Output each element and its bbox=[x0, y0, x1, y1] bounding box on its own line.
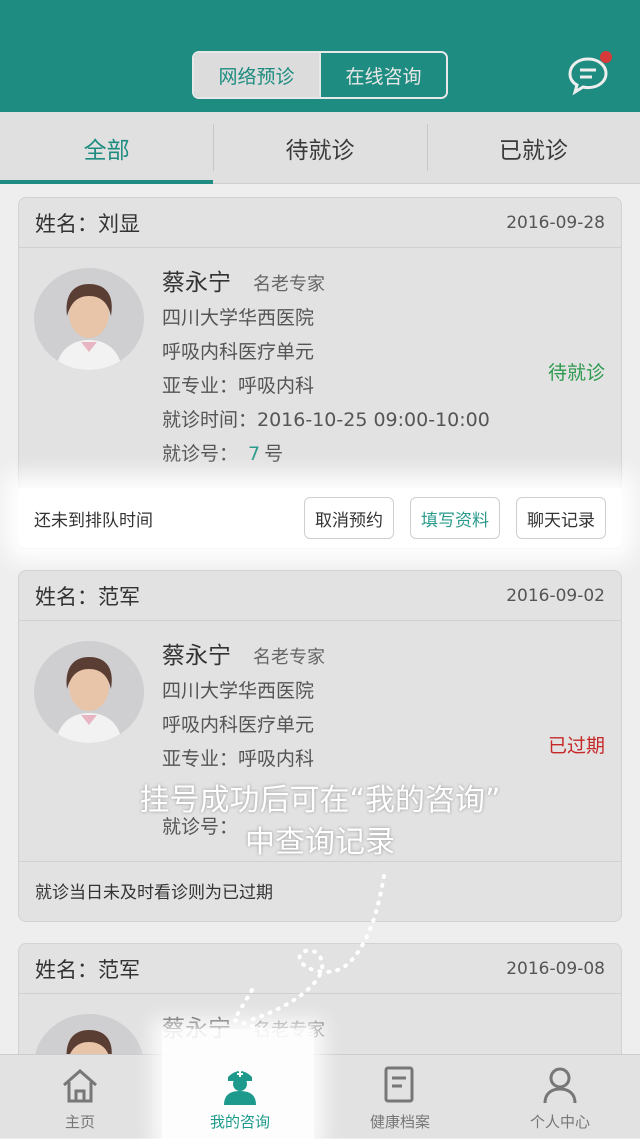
person-icon bbox=[543, 1067, 577, 1104]
queue-status-note: 还未到排队时间 bbox=[34, 510, 153, 531]
status-badge: 已过期 bbox=[547, 735, 605, 757]
notification-badge bbox=[600, 51, 612, 63]
doctor-name: 蔡永宁 bbox=[162, 643, 231, 669]
department-unit: 呼吸内科医疗单元 bbox=[162, 714, 315, 736]
fill-info-button[interactable]: 填写资料 bbox=[410, 497, 500, 539]
home-icon bbox=[63, 1069, 97, 1103]
tabbar-item-my-consultation[interactable]: 我的咨询 bbox=[160, 1029, 320, 1139]
doctor-title: 名老专家 bbox=[253, 647, 325, 668]
appointment-date: 2016-09-02 bbox=[506, 585, 605, 606]
app-header: 网络预诊 在线咨询 bbox=[0, 0, 640, 112]
card-body: 蔡永宁 名老专家 四川大学华西医院 呼吸内科医疗单元 亚专业：呼吸内科 就诊时间… bbox=[19, 248, 621, 488]
appointment-date: 2016-09-28 bbox=[506, 212, 605, 233]
tutorial-hint-line2: 中查询记录 bbox=[245, 825, 395, 860]
chat-history-button[interactable]: 聊天记录 bbox=[516, 497, 606, 539]
tabbar-label: 个人中心 bbox=[529, 1113, 590, 1131]
patient-name: 姓名：范军 bbox=[35, 584, 140, 609]
tabbar-item-personal-center[interactable]: 个人中心 bbox=[480, 1055, 640, 1138]
queue-unit: 号 bbox=[264, 443, 284, 465]
doctor-name: 蔡永宁 bbox=[162, 270, 231, 296]
segment-network-prediagnosis[interactable]: 网络预诊 bbox=[194, 53, 319, 97]
document-icon bbox=[384, 1066, 414, 1103]
cancel-appointment-button[interactable]: 取消预约 bbox=[304, 497, 394, 539]
status-badge: 待就诊 bbox=[547, 362, 605, 384]
hospital-name: 四川大学华西医院 bbox=[162, 307, 315, 329]
queue-number: 7 bbox=[248, 443, 261, 465]
sub-specialty: 亚专业：呼吸内科 bbox=[162, 748, 315, 770]
appointment-card[interactable]: 姓名：范军 2016-09-02 蔡永宁 名老专家 四川大学华西医院 呼吸内科医… bbox=[18, 570, 622, 922]
hospital-name: 四川大学华西医院 bbox=[162, 680, 315, 702]
patient-name: 姓名：刘显 bbox=[35, 211, 140, 236]
segment-online-consultation[interactable]: 在线咨询 bbox=[319, 53, 446, 97]
tabbar-label: 健康档案 bbox=[369, 1113, 430, 1131]
patient-name: 姓名：范军 bbox=[35, 957, 140, 982]
card-footer: 就诊当日未及时看诊则为已过期 bbox=[19, 861, 621, 919]
tutorial-hint-line1: 挂号成功后可在“我的咨询” bbox=[139, 783, 501, 818]
tabbar-item-health-records[interactable]: 健康档案 bbox=[320, 1055, 480, 1138]
tabbar-label: 主页 bbox=[64, 1113, 95, 1131]
tab-visited[interactable]: 已就诊 bbox=[426, 112, 640, 183]
doctor-avatar bbox=[34, 268, 144, 370]
doctor-avatar bbox=[34, 641, 144, 743]
queue-number-row: 就诊号： 7 号 bbox=[162, 437, 490, 471]
segmented-control: 网络预诊 在线咨询 bbox=[192, 51, 448, 99]
visit-time: 就诊时间：2016-10-25 09:00-10:00 bbox=[162, 409, 490, 431]
doctor-title: 名老专家 bbox=[253, 274, 325, 295]
sub-specialty: 亚专业：呼吸内科 bbox=[162, 375, 315, 397]
filter-tabs: 全部 待就诊 已就诊 bbox=[0, 112, 640, 184]
doctor-icon bbox=[224, 1071, 256, 1105]
card-header: 姓名：刘显 2016-09-28 bbox=[19, 198, 621, 248]
expiry-note: 就诊当日未及时看诊则为已过期 bbox=[35, 883, 273, 903]
tab-waiting[interactable]: 待就诊 bbox=[213, 112, 426, 183]
tabbar-item-home[interactable]: 主页 bbox=[0, 1055, 160, 1138]
tab-all[interactable]: 全部 bbox=[0, 112, 214, 184]
card-header: 姓名：范军 2016-09-02 bbox=[19, 571, 621, 621]
queue-label: 就诊号： bbox=[162, 443, 239, 465]
tabbar-label: 我的咨询 bbox=[209, 1113, 270, 1131]
card-footer-highlighted: 还未到排队时间 取消预约 填写资料 聊天记录 bbox=[18, 488, 622, 548]
department-unit: 呼吸内科医疗单元 bbox=[162, 341, 315, 363]
bottom-tab-bar: 主页 我的咨询 健康档案 个人中心 bbox=[0, 1029, 640, 1139]
doctor-info: 蔡永宁 名老专家 四川大学华西医院 呼吸内科医疗单元 亚专业：呼吸内科 就诊时间… bbox=[162, 263, 490, 471]
appointment-date: 2016-09-08 bbox=[506, 958, 605, 979]
card-header: 姓名：范军 2016-09-08 bbox=[19, 944, 621, 994]
